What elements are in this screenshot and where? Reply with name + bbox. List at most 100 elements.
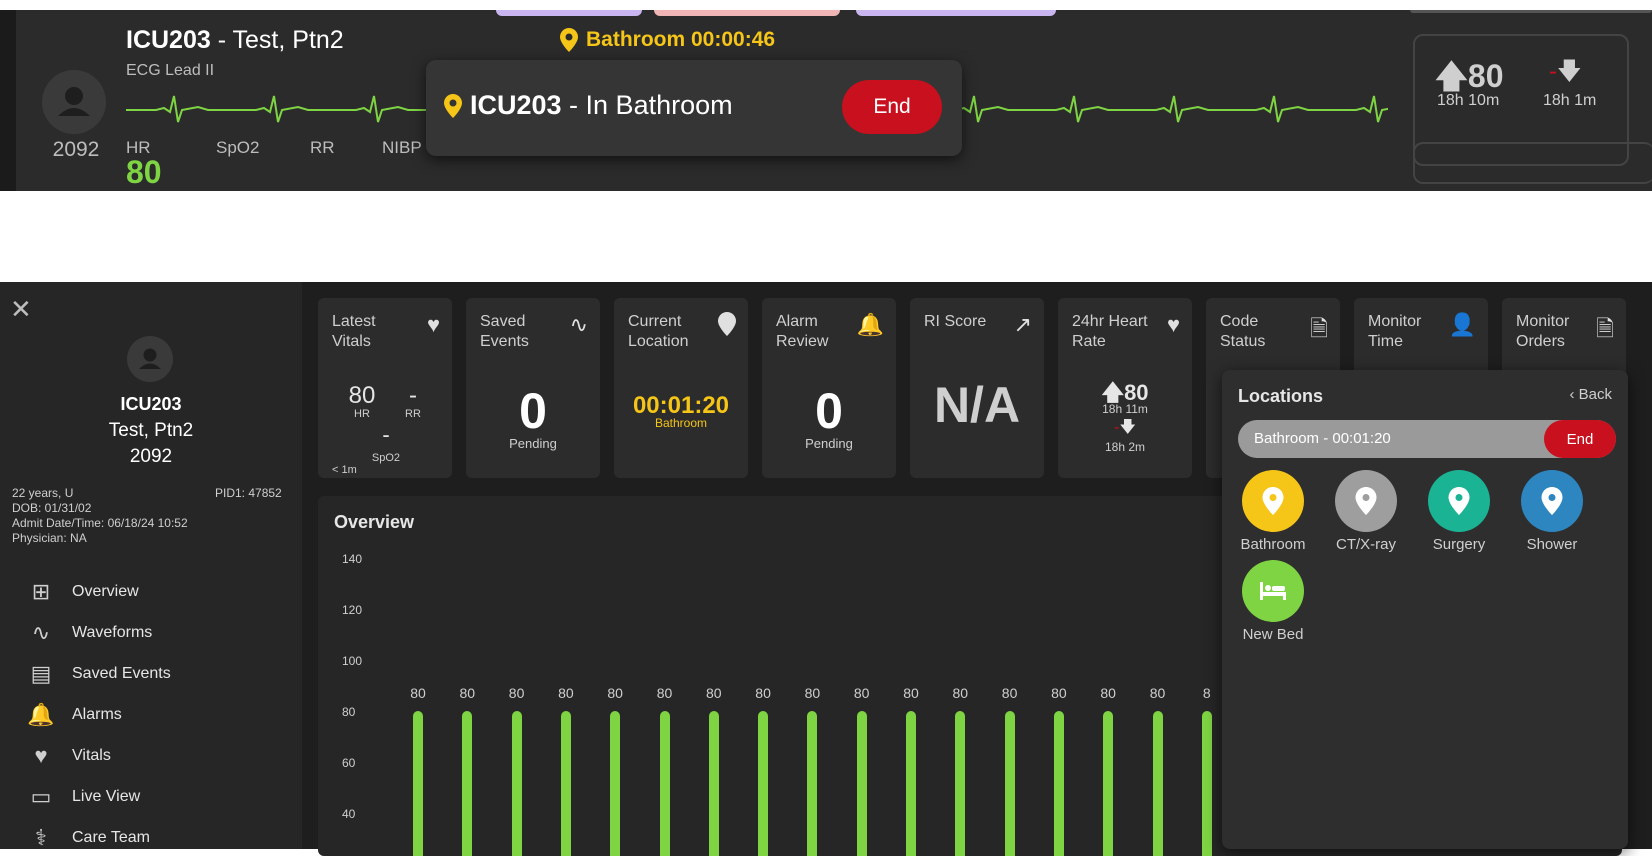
trend-up-icon: ↗ — [1013, 312, 1032, 337]
bed-label: ICU203 — [126, 26, 211, 54]
bar-value-label: 80 — [1149, 685, 1166, 701]
bar-value-label: 80 — [410, 685, 426, 701]
patient-pid: PID1: 47852 — [215, 486, 282, 500]
location-pin-icon — [1521, 470, 1583, 532]
nav-label: Waveforms — [72, 624, 153, 641]
location-pin-icon — [444, 93, 462, 118]
nav-label: Vitals — [72, 747, 111, 764]
patient-dob: DOB: 01/31/02 — [12, 501, 92, 515]
close-icon[interactable]: ✕ — [10, 294, 32, 325]
chart-bar — [659, 711, 670, 856]
current-location-card[interactable]: Current Location 00:01:20 Bathroom — [614, 298, 748, 478]
locations-popover: Locations ‹ Back Bathroom - 00:01:20 End… — [1222, 370, 1628, 849]
location-option-shower[interactable]: Shower — [1507, 470, 1597, 553]
bar-value-label: 80 — [952, 685, 969, 701]
bar-value-label: 80 — [804, 685, 821, 701]
heart-rate-card[interactable]: 24hr Heart Rate ♥ 🡅80 18h 11m -🡇 18h 2m — [1058, 298, 1192, 478]
nav-overview[interactable]: ⊞ Overview — [26, 577, 139, 607]
bar-value-label: 80 — [656, 685, 673, 701]
card-title: 24hr Heart Rate — [1072, 313, 1148, 350]
bar-value-label: 80 — [558, 685, 574, 701]
saved-events-card[interactable]: Saved Events ∿ 0 Pending — [466, 298, 600, 478]
popup-status: - In Bathroom — [561, 90, 733, 120]
bar-value-label: 80 — [853, 685, 870, 701]
chart-bar — [856, 711, 867, 856]
status-pill — [654, 10, 840, 16]
patient-name: - Test, Ptn2 — [210, 26, 344, 54]
nav-label: Overview — [72, 583, 139, 600]
bar-value-label: 8 — [1202, 685, 1211, 701]
status-pill — [1410, 10, 1652, 13]
current-location-text: Bathroom - 00:01:20 — [1254, 430, 1391, 447]
chart-bar — [708, 711, 719, 856]
patient-id: 2092 — [52, 138, 100, 161]
sidebar-bed: ICU203 — [120, 394, 182, 414]
card-title: Code Status — [1220, 313, 1266, 350]
location-option-surgery[interactable]: Surgery — [1414, 470, 1504, 553]
y-tick-label: 80 — [342, 705, 356, 719]
document-pulse-icon: ▤ — [30, 661, 52, 686]
location-option-label: Surgery — [1432, 536, 1486, 553]
bar-value-label: 80 — [459, 685, 476, 701]
avatar — [42, 70, 106, 134]
monitor-icon: ▭ — [30, 784, 52, 809]
chart-bar — [1103, 711, 1114, 856]
end-location-button[interactable]: End — [1544, 420, 1616, 458]
ri-score-value: N/A — [933, 377, 1021, 433]
hr-down: -🡇 — [1058, 416, 1192, 443]
vitals-age: < 1m — [332, 464, 357, 476]
chart-bar — [1053, 711, 1064, 856]
chart-bar — [560, 711, 571, 856]
alarm-bell-icon: 🔔 — [27, 702, 55, 727]
nav-waveforms[interactable]: ∿ Waveforms — [26, 618, 153, 648]
ri-score-card[interactable]: RI Score ↗ N/A — [910, 298, 1044, 478]
trend-box-secondary — [1413, 142, 1652, 184]
alarm-review-card[interactable]: Alarm Review 🔔 0 Pending — [762, 298, 896, 478]
alarm-bell-icon: 🔔 — [856, 312, 884, 337]
nav-label: Live View — [72, 788, 141, 805]
location-option-bathroom[interactable]: Bathroom — [1228, 470, 1318, 553]
trend-up-value: 80 — [1467, 58, 1504, 94]
patient-age: 22 years, U — [12, 486, 74, 500]
back-button[interactable]: ‹ Back — [1569, 386, 1612, 403]
location-banner: Bathroom 00:00:46 — [560, 28, 775, 52]
back-label: Back — [1578, 386, 1612, 403]
alarm-review-sub: Pending — [805, 436, 853, 451]
nav-label: Care Team — [72, 829, 150, 846]
y-tick-label: 140 — [342, 552, 363, 566]
latest-vitals-card[interactable]: Latest Vitals ♥ 80 HR - RR - SpO2 < 1m — [318, 298, 452, 478]
location-option-new-bed[interactable]: New Bed — [1228, 560, 1318, 643]
saved-events-sub: Pending — [509, 436, 557, 451]
user-clock-icon: 👤 — [1448, 312, 1476, 337]
bar-value-label: 80 — [706, 685, 722, 701]
bar-value-label: 80 — [903, 685, 919, 701]
chevron-left-icon: ‹ — [1569, 386, 1579, 403]
overview-title: Overview — [334, 512, 415, 532]
location-popup: ICU203 - In Bathroom End — [426, 60, 962, 156]
patient-monitor-tile[interactable]: 2092 ICU203 - Test, Ptn2 ECG Lead II HR … — [0, 10, 1652, 191]
chart-bar — [610, 711, 621, 856]
sidebar: ✕ ICU203 Test, Ptn2 2092 22 years, U PID… — [0, 282, 302, 850]
waveform-icon: ∿ — [569, 312, 588, 337]
location-pin-icon — [1428, 470, 1490, 532]
card-title: Monitor Time — [1368, 313, 1422, 350]
locations-title: Locations — [1238, 386, 1324, 406]
alarm-review-count: 0 — [815, 383, 843, 439]
nav-live-view[interactable]: ▭ Live View — [26, 782, 141, 812]
chart-bar — [1004, 711, 1015, 856]
chart-bar — [906, 711, 916, 856]
end-location-button[interactable]: End — [842, 80, 942, 134]
location-option-label: CT/X-ray — [1336, 536, 1396, 553]
card-title: Current Location — [628, 313, 689, 350]
nav-alarms[interactable]: 🔔 Alarms — [26, 700, 121, 730]
avatar — [127, 336, 173, 382]
card-title: Latest Vitals — [332, 313, 376, 350]
location-option-ct-x-ray[interactable]: CT/X-ray — [1321, 470, 1411, 553]
popup-bed: ICU203 — [470, 90, 562, 120]
trend-down: -🡇 — [1549, 54, 1582, 95]
bed-icon — [1242, 560, 1304, 622]
nav-vitals[interactable]: ♥ Vitals — [26, 741, 111, 771]
arrow-down-icon: 🡇 — [1119, 419, 1136, 436]
tile-edge — [0, 10, 16, 191]
nav-saved-events[interactable]: ▤ Saved Events — [26, 659, 171, 689]
